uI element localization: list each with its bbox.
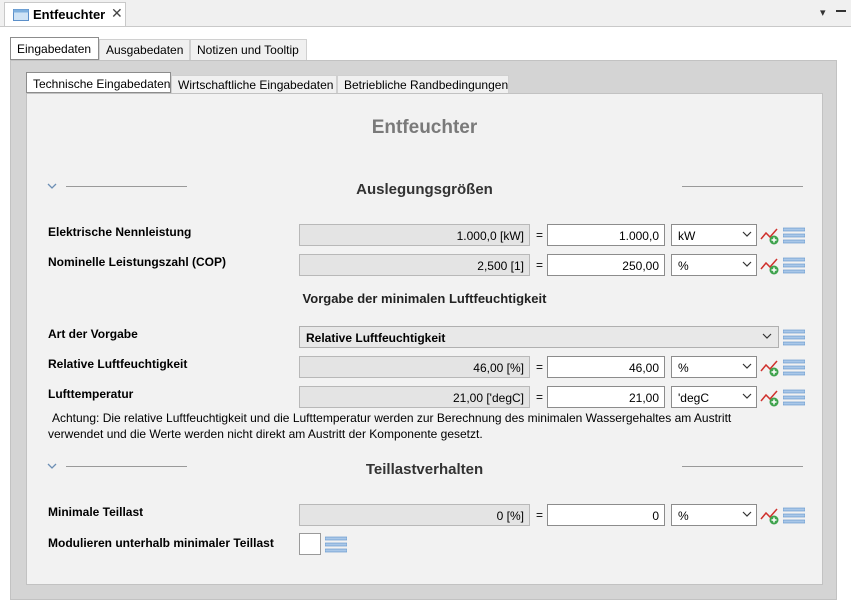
unit-select-nennleistung[interactable]: kW (671, 224, 757, 246)
readonly-lufttemp: 21,00 ['degC] (299, 386, 530, 408)
input-lufttemp[interactable]: 21,00 (547, 386, 665, 408)
label-rel-feuchte: Relative Luftfeuchtigkeit (48, 357, 188, 371)
readonly-cop: 2,500 [1] (299, 254, 530, 276)
unit-value: % (678, 509, 689, 523)
section-title-auslegung: Auslegungsgrößen (356, 181, 493, 198)
chart-add-icon[interactable] (760, 505, 782, 525)
list-icon[interactable] (783, 358, 805, 378)
input-cop[interactable]: 250,00 (547, 254, 665, 276)
equals-sign: = (536, 360, 544, 374)
readonly-nennleistung: 1.000,0 [kW] (299, 224, 530, 246)
tab-wirtschaftliche[interactable]: Wirtschaftliche Eingabedaten (171, 75, 337, 94)
subsection-title-vorgabe: Vorgabe der minimalen Luftfeuchtigkeit (302, 291, 547, 306)
label-nennleistung: Elektrische Nennleistung (48, 225, 192, 239)
tab-notizen[interactable]: Notizen und Tooltip (190, 39, 307, 60)
readonly-rel-feuchte: 46,00 [%] (299, 356, 530, 378)
equals-sign: = (536, 258, 544, 272)
section-divider (682, 186, 803, 187)
section-title-teillast: Teillastverhalten (365, 461, 484, 478)
chart-add-icon[interactable] (760, 255, 782, 275)
chart-add-icon[interactable] (760, 225, 782, 245)
equals-sign: = (536, 390, 544, 404)
unit-select-min-teillast[interactable]: % (671, 504, 757, 526)
equals-sign: = (536, 508, 544, 522)
label-lufttemp: Lufttemperatur (48, 387, 134, 401)
note-line-1: Achtung: Die relative Luftfeuchtigkeit u… (52, 411, 732, 425)
section-divider (682, 466, 803, 467)
unit-select-cop[interactable]: % (671, 254, 757, 276)
list-icon[interactable] (783, 388, 805, 408)
unit-select-lufttemp[interactable]: 'degC (671, 386, 757, 408)
chevron-down-icon (742, 511, 752, 517)
chevron-down-icon (742, 393, 752, 399)
chevron-down-icon (762, 333, 772, 339)
chart-add-icon[interactable] (760, 387, 782, 407)
readonly-min-teillast: 0 [%] (299, 504, 530, 526)
input-min-teillast[interactable]: 0 (547, 504, 665, 526)
component-icon (13, 9, 29, 21)
checkbox-modulieren[interactable] (299, 533, 321, 555)
select-art-vorgabe[interactable]: Relative Luftfeuchtigkeit (299, 326, 779, 348)
view-menu-icon[interactable]: ▾ (820, 6, 826, 19)
editor-tab-title: Entfeuchter (33, 7, 106, 22)
chevron-down-icon (742, 363, 752, 369)
list-icon[interactable] (783, 506, 805, 526)
chevron-down-icon (742, 261, 752, 267)
list-icon[interactable] (783, 256, 805, 276)
close-icon[interactable]: ✕ (111, 5, 123, 22)
chevron-down-icon (742, 231, 752, 237)
tab-technische[interactable]: Technische Eingabedaten (26, 72, 171, 93)
unit-value: kW (678, 229, 696, 243)
equals-sign: = (536, 228, 544, 242)
input-nennleistung[interactable]: 1.000,0 (547, 224, 665, 246)
list-icon[interactable] (783, 328, 805, 348)
label-min-teillast: Minimale Teillast (48, 505, 144, 519)
input-rel-feuchte[interactable]: 46,00 (547, 356, 665, 378)
unit-value: % (678, 361, 689, 375)
editor-tab-bar (0, 0, 851, 27)
label-modulieren: Modulieren unterhalb minimaler Teillast (48, 536, 274, 550)
editor-tab[interactable]: Entfeuchter ✕ (4, 2, 126, 26)
unit-select-rel-feuchte[interactable]: % (671, 356, 757, 378)
tab-betriebliche[interactable]: Betriebliche Randbedingungen (337, 75, 509, 94)
label-cop: Nominelle Leistungszahl (COP) (48, 255, 227, 269)
note-line-2: verwendet und die Werte werden nicht dir… (48, 427, 483, 441)
minimize-icon[interactable] (836, 10, 846, 12)
label-art-vorgabe: Art der Vorgabe (48, 327, 138, 341)
tab-ausgabedaten[interactable]: Ausgabedaten (99, 39, 190, 60)
chart-add-icon[interactable] (760, 357, 782, 377)
list-icon[interactable] (325, 535, 347, 555)
select-value: Relative Luftfeuchtigkeit (306, 331, 446, 345)
unit-value: % (678, 259, 689, 273)
page-title: Entfeuchter (371, 117, 478, 138)
unit-value: 'degC (678, 391, 709, 405)
list-icon[interactable] (783, 226, 805, 246)
tab-eingabedaten[interactable]: Eingabedaten (10, 37, 99, 60)
